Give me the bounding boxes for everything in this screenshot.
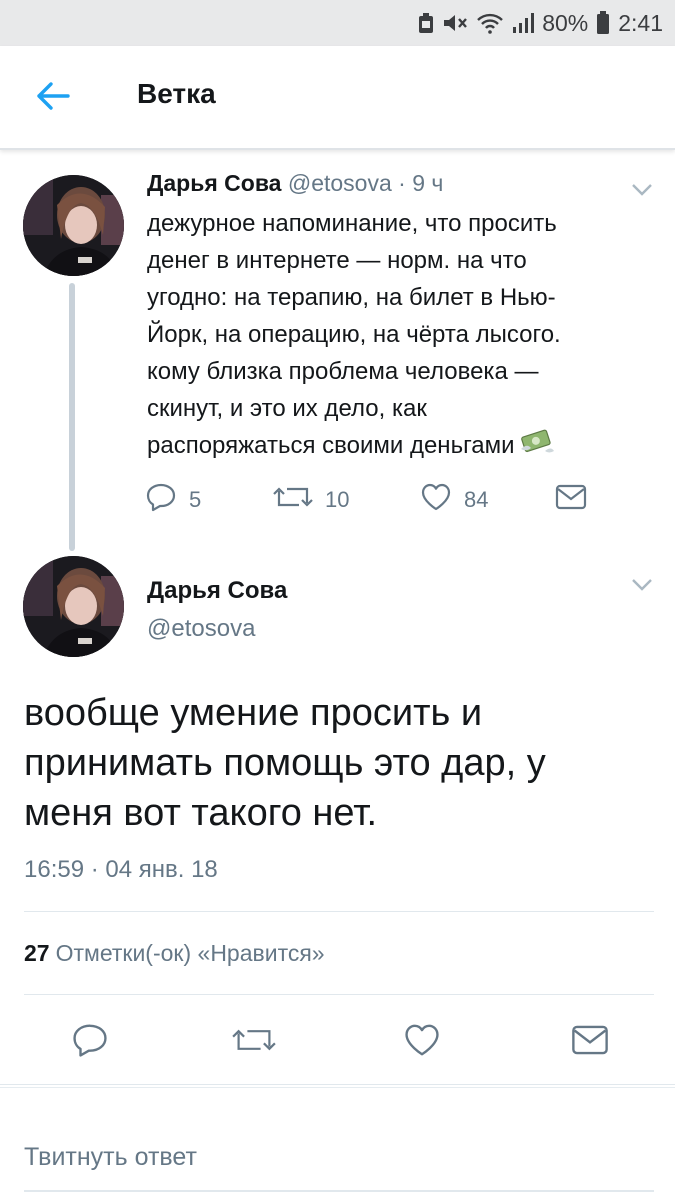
heart-icon (403, 1022, 441, 1063)
tweet-line: принимать помощь это дар, у (24, 742, 546, 784)
tweet-line-last: распоряжаться своими деньгами (147, 427, 647, 466)
chevron-down-icon[interactable] (631, 183, 653, 197)
author-handle[interactable]: @etosova (147, 615, 255, 643)
reply-icon (145, 482, 177, 518)
tweet-line: Йорк, на операцию, на чёрта лысого. (147, 321, 561, 348)
separator: · (398, 170, 406, 196)
wifi-icon (476, 12, 504, 34)
thread-connector (69, 283, 75, 551)
author-handle[interactable]: @etosova (288, 170, 392, 196)
status-bar: 80% 2:41 (0, 0, 675, 46)
heart-icon (420, 482, 452, 518)
notification-icon (418, 12, 434, 34)
tweet-line: угодно: на терапию, на билет в Нью- (147, 284, 556, 311)
tweet-line: кому близка проблема человека — (147, 358, 539, 385)
arrow-left-icon (34, 81, 70, 116)
status-icons: 80% 2:41 (418, 7, 663, 39)
tweet-line: меня вот такого нет. (24, 792, 378, 834)
like-count: 84 (464, 487, 489, 512)
avatar[interactable] (23, 556, 124, 657)
tweet-line: скинут, и это их дело, как (147, 395, 427, 422)
tweet-age: 9 ч (412, 170, 444, 196)
section-gap (0, 1087, 675, 1111)
envelope-icon (571, 1024, 609, 1061)
chevron-down-icon[interactable] (631, 578, 653, 592)
reply-input[interactable]: Твитнуть ответ (24, 1143, 197, 1172)
retweet-count: 10 (325, 487, 350, 512)
tweet-text: дежурное напоминание, что просить денег … (147, 205, 647, 466)
like-button[interactable] (400, 1022, 444, 1062)
tweet-header: Дарья Сова @etosova · 9 ч (147, 170, 443, 197)
reply-button[interactable] (68, 1022, 112, 1062)
envelope-icon (555, 484, 587, 516)
signal-icon (512, 12, 535, 34)
tweet-actions: 5 10 84 (145, 482, 625, 518)
page-title: Ветка (137, 78, 216, 109)
retweet-action[interactable]: 10 (273, 482, 349, 518)
tweet-text: вообще умение просить и принимать помощь… (24, 688, 644, 838)
battery-icon (596, 11, 610, 35)
author-name[interactable]: Дарья Сова (147, 577, 287, 605)
divider (0, 1084, 675, 1085)
clock: 2:41 (618, 9, 663, 36)
divider (24, 911, 654, 912)
app-bar: Ветка (0, 46, 675, 150)
avatar[interactable] (23, 175, 124, 276)
tweet-line: распоряжаться своими деньгами (147, 432, 515, 459)
retweet-button[interactable] (232, 1022, 276, 1062)
battery-level: 80% (542, 9, 589, 36)
reply-icon (71, 1022, 109, 1063)
retweet-icon (273, 482, 313, 518)
reply-count: 5 (189, 487, 202, 512)
back-button[interactable] (30, 78, 74, 118)
direct-message-action[interactable] (555, 482, 587, 518)
reply-action[interactable]: 5 (145, 482, 201, 518)
direct-message-button[interactable] (568, 1022, 612, 1062)
tweet-line: денег в интернете — норм. на что (147, 247, 527, 274)
divider (24, 994, 654, 995)
reply-input-underline (24, 1190, 654, 1192)
retweet-icon (232, 1023, 276, 1062)
tweet-timestamp: 16:59 · 04 янв. 18 (24, 856, 218, 883)
money-with-wings-icon (519, 427, 555, 466)
author-name[interactable]: Дарья Сова (147, 170, 281, 196)
like-action[interactable]: 84 (420, 482, 488, 518)
tweet-line: вообще умение просить и (24, 692, 483, 734)
likes-count: 27 (24, 940, 50, 966)
likes-label: Отметки(-ок) «Нравится» (55, 940, 325, 966)
likes-summary[interactable]: 27 Отметки(-ок) «Нравится» (24, 940, 325, 967)
tweet-line: дежурное напоминание, что просить (147, 210, 557, 237)
mute-icon (442, 12, 468, 34)
